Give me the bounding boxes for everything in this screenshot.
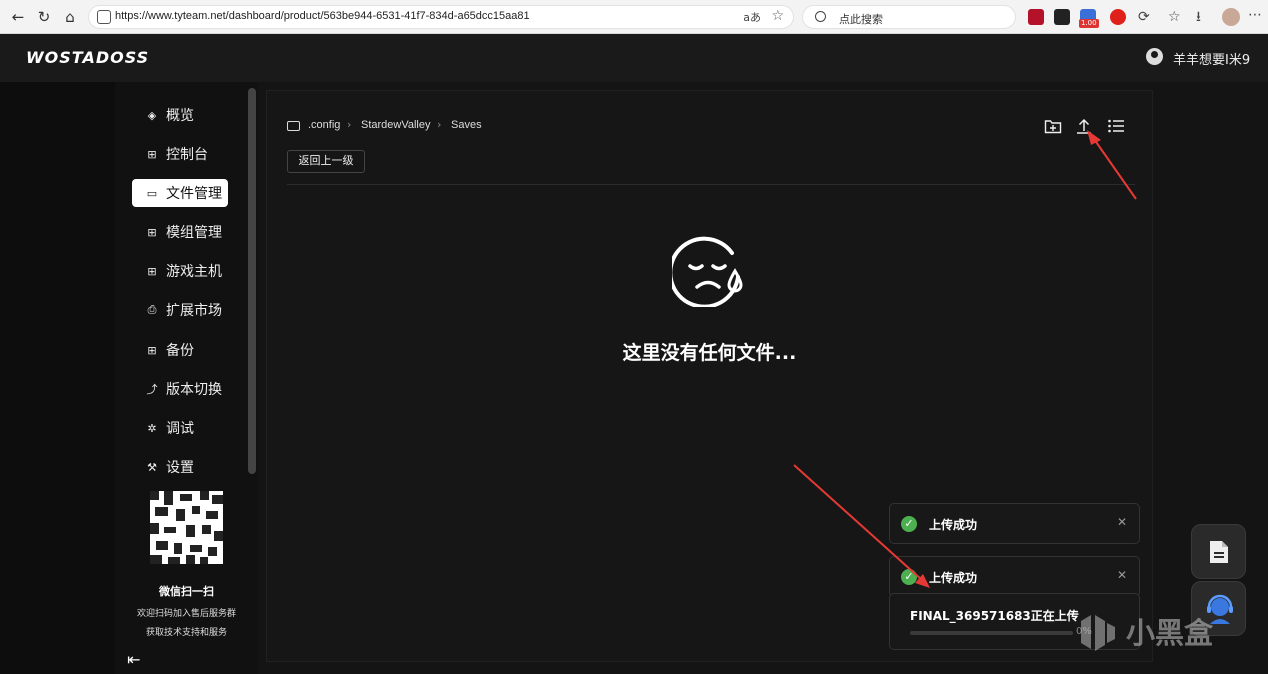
url-text[interactable]: https://www.tyteam.net/dashboard/product… [115, 10, 530, 22]
breadcrumb-item[interactable]: Saves [451, 119, 482, 131]
qr-description: 获取技术支持和服务 [145, 628, 227, 638]
list-view-icon[interactable] [1107, 117, 1125, 135]
toast-message: 上传成功 [929, 571, 978, 585]
site-info-icon[interactable] [97, 10, 111, 24]
sidebar-item-game-host[interactable]: ⊞ 游戏主机 [132, 257, 228, 285]
layers-icon: ◈ [147, 108, 157, 122]
logo-text: WOSTADOSS [26, 48, 150, 67]
sidebar-item-market[interactable]: ⎙ 扩展市场 [132, 296, 228, 324]
toast-notification: ✓ 上传成功 ✕ [889, 556, 1140, 597]
bug-icon: ✲ [147, 421, 157, 435]
close-icon[interactable]: ✕ [1117, 515, 1127, 529]
sidebar-item-file-manager[interactable]: ▭ 文件管理 [132, 179, 228, 207]
divider [287, 184, 1135, 185]
package-icon: ⎙ [147, 303, 157, 316]
watermark-text: 小黑盒 [1126, 616, 1214, 650]
upload-icon[interactable] [1075, 117, 1093, 135]
search-icon [815, 11, 826, 22]
breadcrumb-item[interactable]: .config [308, 119, 340, 131]
favorite-star-icon[interactable]: ☆ [771, 8, 784, 24]
sidebar-scrollbar[interactable] [248, 88, 256, 474]
sad-face-icon [672, 236, 743, 307]
folder-icon [287, 121, 300, 131]
modules-icon: ⊞ [147, 225, 157, 239]
profile-avatar[interactable] [1222, 8, 1240, 26]
sidebar-item-label: 版本切换 [166, 382, 222, 398]
switch-icon: ⤴ [146, 383, 158, 396]
browser-toolbar: ← ↻ ⌂ https://www.tyteam.net/dashboard/p… [0, 0, 1268, 34]
app-header [0, 34, 1268, 82]
toast-message: 上传成功 [929, 518, 978, 532]
sidebar-item-label: 文件管理 [166, 186, 222, 202]
downloads-icon[interactable]: ⭳ [1196, 8, 1201, 26]
sidebar-item-mods[interactable]: ⊞ 模组管理 [132, 218, 228, 246]
sidebar-item-label: 设置 [166, 460, 194, 476]
left-background [0, 82, 115, 674]
chevron-right-icon: › [437, 118, 442, 131]
sidebar-item-label: 控制台 [166, 147, 208, 163]
toast-notification: ✓ 上传成功 ✕ [889, 503, 1140, 544]
sidebar-item-label: 游戏主机 [166, 264, 222, 280]
address-bar[interactable]: https://www.tyteam.net/dashboard/product… [88, 5, 794, 29]
chevron-right-icon: › [347, 118, 352, 131]
upload-progress-bar [910, 631, 1073, 635]
sidebar-item-backup[interactable]: ⊞ 备份 [132, 336, 228, 364]
grid-icon: ⊞ [147, 147, 157, 161]
close-icon[interactable]: ✕ [1117, 568, 1127, 582]
reload-icon[interactable]: ↻ [34, 7, 54, 27]
favorites-icon[interactable]: ☆ [1168, 8, 1181, 26]
extension-badge: 1.00 [1079, 19, 1099, 28]
wrench-icon: ⚒ [147, 460, 157, 474]
extension-youtube-icon[interactable] [1028, 9, 1044, 25]
sidebar-item-label: 调试 [166, 421, 194, 437]
sidebar-item-debug[interactable]: ✲ 调试 [132, 414, 228, 442]
success-check-icon: ✓ [901, 569, 917, 585]
sidebar-item-label: 备份 [166, 343, 194, 359]
success-check-icon: ✓ [901, 516, 917, 532]
search-placeholder[interactable]: 点此搜索 [839, 11, 883, 27]
qr-description: 欢迎扫码加入售后服务群 [136, 609, 236, 619]
upload-file-label: FINAL_369571683正在上传 [910, 609, 1079, 623]
folder-icon: ▭ [146, 186, 158, 200]
back-arrow-icon[interactable]: ← [8, 7, 28, 27]
extension-opera-icon[interactable] [1110, 9, 1126, 25]
qr-title: 微信扫一扫 [159, 585, 214, 598]
new-folder-icon[interactable] [1044, 117, 1062, 135]
sidebar-item-version[interactable]: ⤴ 版本切换 [132, 375, 228, 403]
sidebar-item-console[interactable]: ⊞ 控制台 [132, 140, 228, 168]
collapse-sidebar-icon[interactable]: ⇤ [127, 650, 140, 669]
sidebar-item-label: 模组管理 [166, 225, 222, 241]
breadcrumb-item[interactable]: StardewValley [361, 119, 431, 131]
extension-ghost-icon[interactable] [1054, 9, 1070, 25]
back-up-button[interactable]: 返回上一级 [287, 150, 365, 173]
wechat-qr-code [150, 491, 223, 564]
extensions-puzzle-icon[interactable]: ⟳ [1138, 8, 1150, 26]
sidebar-item-settings[interactable]: ⚒ 设置 [132, 453, 228, 481]
watermark-logo-icon [1081, 615, 1115, 651]
document-float-button[interactable] [1191, 524, 1246, 579]
empty-state-text: 这里没有任何文件... [622, 342, 797, 364]
document-icon [1210, 541, 1228, 563]
app-logo[interactable]: WOSTADOSS [26, 48, 149, 67]
sidebar-item-label: 概览 [166, 108, 194, 124]
sidebar-item-label: 扩展市场 [166, 303, 222, 319]
read-aloud-icon[interactable]: aあ [743, 9, 761, 25]
sidebar-item-overview[interactable]: ◈ 概览 [132, 101, 228, 129]
home-icon[interactable]: ⌂ [60, 7, 80, 27]
browser-search-box[interactable]: 点此搜索 [802, 5, 1016, 29]
server-icon: ⊞ [147, 264, 157, 278]
more-menu-icon[interactable]: ⋯ [1248, 7, 1262, 23]
user-name[interactable]: 羊羊想要I米9 [1173, 49, 1250, 68]
backup-icon: ⊞ [147, 343, 157, 357]
user-icon[interactable] [1146, 48, 1163, 65]
